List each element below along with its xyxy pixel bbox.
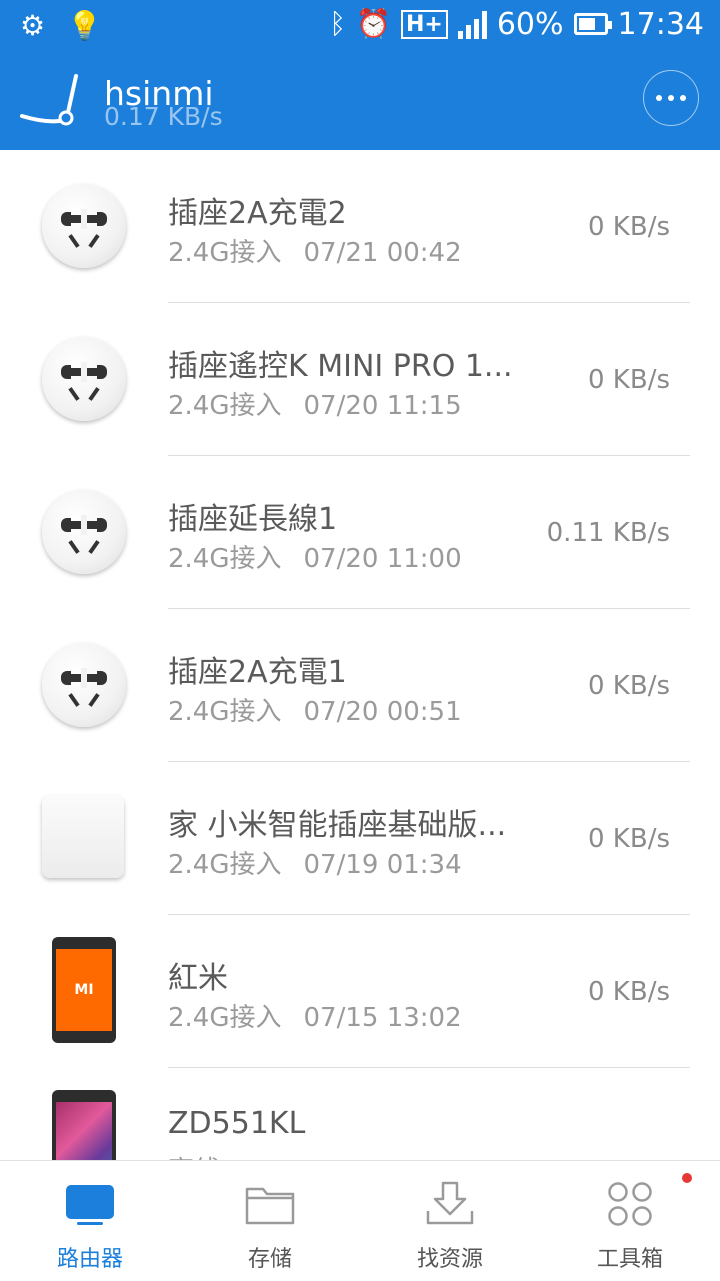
device-speed: 0 KB/s: [588, 824, 670, 854]
tab-storage[interactable]: 存储: [180, 1161, 360, 1281]
device-name: 插座遙控K MINI PRO 1...: [168, 349, 513, 384]
dot-icon: [680, 95, 686, 101]
phone-icon: MI: [52, 937, 116, 1043]
device-speed: 0 KB/s: [588, 212, 670, 242]
app-bar: hsinmi 0.17 KB/s: [0, 52, 720, 150]
tab-toolbox[interactable]: 工具箱: [540, 1161, 720, 1281]
tab-router[interactable]: 路由器: [0, 1161, 180, 1281]
device-row[interactable]: 插座2A充電2 2.4G接入 07/21 00:42 0 KB/s: [0, 150, 720, 303]
device-name: 插座2A充電2: [168, 196, 347, 231]
network-type-label: H+: [400, 9, 448, 39]
dot-icon: [656, 95, 662, 101]
device-connection: 2.4G接入 07/15 13:02: [168, 1003, 462, 1033]
tab-label: 工具箱: [596, 1247, 663, 1272]
battery-icon: [573, 13, 612, 35]
folder-icon: [245, 1187, 295, 1225]
device-connection: 2.4G接入 07/20 11:00: [168, 544, 462, 574]
tab-label: 路由器: [56, 1247, 123, 1272]
device-name: 插座延長線1: [168, 502, 338, 537]
tab-find-resources[interactable]: 找资源: [360, 1161, 540, 1281]
plug-icon: [42, 490, 126, 574]
plug-icon: [42, 337, 126, 421]
phone-screen-label: MI: [56, 949, 112, 1031]
device-speed: 0 KB/s: [588, 671, 670, 701]
device-connection: 2.4G接入 07/19 01:34: [168, 850, 462, 880]
device-speed: 0 KB/s: [588, 977, 670, 1007]
device-connection: 2.4G接入 07/20 00:51: [168, 697, 462, 727]
gear-icon: ⚙: [20, 9, 46, 42]
alarm-icon: ⏰: [356, 7, 391, 40]
download-icon: [426, 1181, 474, 1225]
device-row[interactable]: 插座延長線1 2.4G接入 07/20 11:00 0.11 KB/s: [0, 456, 720, 609]
device-row[interactable]: 插座2A充電1 2.4G接入 07/20 00:51 0 KB/s: [0, 609, 720, 762]
device-speed: 0.11 KB/s: [546, 518, 670, 548]
device-row[interactable]: ZD551KL 离线: [0, 1068, 720, 1160]
plug-icon: [42, 184, 126, 268]
phone-icon: [52, 1090, 116, 1160]
status-bar: ⚙ 💡 ᛒ ⏰ H+ 60% 17:34: [0, 0, 720, 52]
notification-dot: [682, 1173, 692, 1183]
device-list: 插座2A充電2 2.4G接入 07/21 00:42 0 KB/s 插座遙控K M…: [0, 150, 720, 1160]
device-name: 插座2A充電1: [168, 655, 347, 690]
smart-socket-icon: [42, 796, 126, 880]
device-connection: 2.4G接入 07/20 11:15: [168, 391, 462, 421]
more-options-button[interactable]: [643, 70, 699, 126]
router-speed: 0.17 KB/s: [104, 102, 223, 131]
signal-icon: [457, 9, 487, 39]
clock: 17:34: [617, 6, 704, 42]
device-row[interactable]: 家 小米智能插座基础版... 2.4G接入 07/19 01:34 0 KB/s: [0, 762, 720, 915]
tab-label: 找资源: [416, 1247, 483, 1272]
apps-icon: [608, 1182, 652, 1226]
dot-icon: [668, 95, 674, 101]
bluetooth-icon: ᛒ: [329, 7, 347, 40]
device-connection: 2.4G接入 07/21 00:42: [168, 238, 462, 268]
plug-icon: [42, 643, 126, 727]
router-speed-logo-icon: [20, 74, 78, 126]
device-row[interactable]: MI 紅米 2.4G接入 07/15 13:02 0 KB/s: [0, 915, 720, 1068]
device-row[interactable]: 插座遙控K MINI PRO 1... 2.4G接入 07/20 11:15 0 …: [0, 303, 720, 456]
device-name: 紅米: [168, 961, 228, 996]
device-name: ZD551KL: [168, 1106, 306, 1141]
battery-percent: 60%: [496, 6, 564, 42]
device-name: 家 小米智能插座基础版...: [168, 808, 507, 843]
device-speed: 0 KB/s: [588, 365, 670, 395]
router-tv-icon: [66, 1185, 114, 1225]
bottom-tab-bar: 路由器 存储 找资源 工具箱: [0, 1160, 720, 1281]
tab-label: 存储: [247, 1247, 292, 1272]
lightbulb-icon: 💡: [67, 9, 102, 42]
device-connection: 离线: [168, 1150, 220, 1160]
